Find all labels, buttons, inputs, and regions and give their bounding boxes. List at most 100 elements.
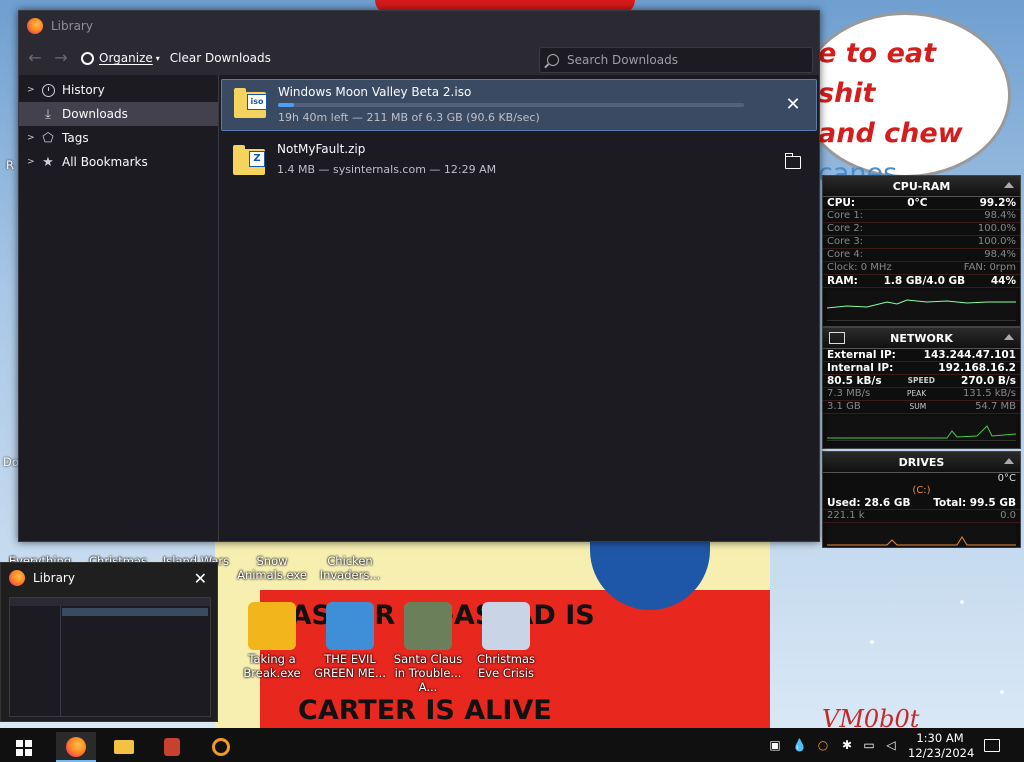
firefox-icon: [66, 737, 86, 757]
speed-row: 80.5 kB/s SPEED 270.0 B/s: [823, 375, 1020, 388]
sidebar-item-label: All Bookmarks: [62, 155, 148, 169]
taskbar-file-explorer[interactable]: [104, 732, 144, 760]
desktop-icon-evil-green-me[interactable]: THE EVIL GREEN ME...: [312, 602, 388, 680]
download-item[interactable]: Z NotMyFault.zip 1.4 MB — sysinternals.c…: [221, 137, 817, 189]
messenger-icon: [326, 602, 374, 650]
droplet-icon[interactable]: 💧: [792, 738, 807, 752]
search-input[interactable]: [565, 52, 789, 68]
monitor-icon[interactable]: ▭: [862, 738, 876, 752]
network-graph: [827, 416, 1016, 441]
desktop-icon-santa-claus-trouble[interactable]: Santa Claus in Trouble... A...: [390, 602, 466, 694]
chevron-right-icon[interactable]: >: [27, 157, 37, 167]
collapse-icon[interactable]: [1004, 458, 1014, 464]
drive-letter-row: (C:): [823, 485, 1020, 497]
fan-label: FAN: 0rpm: [963, 262, 1016, 273]
folder-icon[interactable]: [785, 153, 801, 169]
taskbar-search-app[interactable]: [200, 732, 240, 760]
drive-usage-row: Used: 28.6 GB Total: 99.5 GB: [823, 497, 1020, 510]
network-gadget: NETWORK External IP: 143.244.47.101 Inte…: [822, 327, 1021, 449]
volume-muted-icon[interactable]: ◁: [884, 738, 898, 752]
sidebar-item-tags[interactable]: > ⬠ Tags: [19, 126, 218, 150]
gadget-header: DRIVES: [823, 452, 1020, 473]
network-tray-icon[interactable]: ✱: [840, 738, 854, 752]
download-status: 1.4 MB — sysinternals.com — 12:29 AM: [277, 163, 497, 176]
download-value: 3.1 GB: [827, 401, 861, 412]
collapse-icon[interactable]: [1004, 334, 1014, 340]
drive-read: 221.1 k: [827, 510, 865, 521]
star-icon: ★: [42, 154, 54, 170]
poster-text-2: CARTER IS ALIVE: [298, 695, 552, 726]
zip-badge: Z: [249, 151, 265, 167]
external-ip-row: External IP: 143.244.47.101: [823, 349, 1020, 362]
download-status: 19h 40m left — 211 MB of 6.3 GB (90.6 KB…: [278, 111, 540, 124]
external-ip-label: External IP:: [827, 349, 896, 361]
ram-graph: [827, 290, 1016, 321]
taskbar: ▣ 💧 ○ ✱ ▭ ◁ 1:30 AM 12/23/2024: [0, 728, 1024, 762]
clock-row: Clock: 0 MHz FAN: 0rpm: [823, 262, 1020, 275]
iso-file-icon: iso: [234, 88, 267, 118]
window-titlebar[interactable]: Library: [19, 11, 819, 41]
taskbar-app[interactable]: [152, 732, 192, 760]
core-row: Core 3: 100.0%: [823, 236, 1020, 249]
clock-date: 12/23/2024: [908, 746, 975, 760]
search-downloads-field[interactable]: [539, 47, 813, 73]
drive-temp: 0°C: [997, 473, 1016, 484]
back-button[interactable]: ←: [25, 48, 45, 68]
desktop-icon-label: Taking a Break.exe: [243, 652, 301, 680]
collapse-icon[interactable]: [1004, 182, 1014, 188]
organize-label: Organize: [99, 51, 153, 65]
core-value: 100.0%: [977, 236, 1016, 247]
gadget-header: CPU-RAM: [823, 176, 1020, 197]
peak-row: 7.3 MB/s PEAK 131.5 kB/s: [823, 388, 1020, 401]
core-row: Core 1: 98.4%: [823, 210, 1020, 223]
upload-value: 131.5 kB/s: [962, 388, 1016, 399]
chevron-right-icon[interactable]: >: [27, 133, 37, 143]
ram-label: RAM:: [827, 275, 858, 287]
core-label: Core 3:: [827, 236, 864, 247]
desktop-icon-label: Christmas Eve Crisis: [477, 652, 535, 680]
desktop-icon-christmas-eve-crisis[interactable]: Christmas Eve Crisis: [468, 602, 544, 680]
bubble-line-1: e to eat shit: [818, 38, 937, 109]
core-value: 98.4%: [984, 249, 1016, 260]
cancel-download-button[interactable]: ✕: [784, 96, 802, 114]
drives-gadget: DRIVES 0°C (C:) Used: 28.6 GB Total: 99.…: [822, 451, 1021, 548]
network-graph-line: [827, 425, 1016, 439]
drive-graph: [827, 525, 1016, 548]
forward-button[interactable]: →: [51, 48, 71, 68]
gadget-header: NETWORK: [823, 328, 1020, 349]
chevron-right-icon[interactable]: >: [27, 85, 37, 95]
app-icon: [164, 738, 180, 756]
system-clock[interactable]: 1:30 AM 12/23/2024: [908, 731, 975, 761]
drive-letter: (C:): [912, 485, 931, 496]
sidebar-item-downloads[interactable]: ⤓ Downloads: [19, 102, 218, 126]
internal-ip-value: 192.168.16.2: [938, 362, 1016, 374]
desktop-icon-snow-animals[interactable]: Snow Animals.exe: [234, 554, 310, 582]
organize-button[interactable]: Organize ▾: [81, 51, 160, 65]
desktop-icon-taking-a-break[interactable]: Taking a Break.exe: [234, 602, 310, 680]
chevron-down-icon: ▾: [155, 53, 160, 63]
desktop-icon-label: Chicken Invaders...: [319, 554, 381, 582]
preview-title: Library: [33, 571, 75, 585]
download-item[interactable]: iso Windows Moon Valley Beta 2.iso 19h 4…: [221, 79, 817, 131]
taskbar-firefox[interactable]: [56, 732, 96, 762]
tray-app-icon[interactable]: ▣: [768, 738, 782, 752]
sidebar-item-history[interactable]: > History: [19, 78, 218, 102]
download-filename: Windows Moon Valley Beta 2.iso: [278, 85, 472, 99]
library-sidebar: > History ⤓ Downloads > ⬠ Tags > ★ All B…: [19, 75, 219, 541]
clear-downloads-button[interactable]: Clear Downloads: [170, 51, 271, 65]
search-icon[interactable]: ○: [816, 738, 830, 752]
speech-bubble-text: e to eat shit and chew canes: [818, 34, 988, 194]
start-button[interactable]: [16, 740, 32, 756]
upload-value: 270.0 B/s: [961, 375, 1016, 387]
gear-icon: [81, 51, 94, 65]
notification-icon[interactable]: [984, 739, 1000, 752]
drive-io-row: 221.1 k 0.0: [823, 510, 1020, 523]
sidebar-item-all-bookmarks[interactable]: > ★ All Bookmarks: [19, 150, 218, 174]
desktop-icon-chicken-invaders[interactable]: Chicken Invaders...: [312, 554, 388, 582]
desktop-icon-label-cut: Do: [3, 455, 19, 469]
taskbar-preview[interactable]: Library ✕: [0, 562, 218, 722]
firefox-icon: [9, 570, 25, 586]
close-preview-button[interactable]: ✕: [194, 569, 207, 588]
search-icon: [547, 54, 559, 66]
ram-percent: 44%: [990, 275, 1016, 287]
